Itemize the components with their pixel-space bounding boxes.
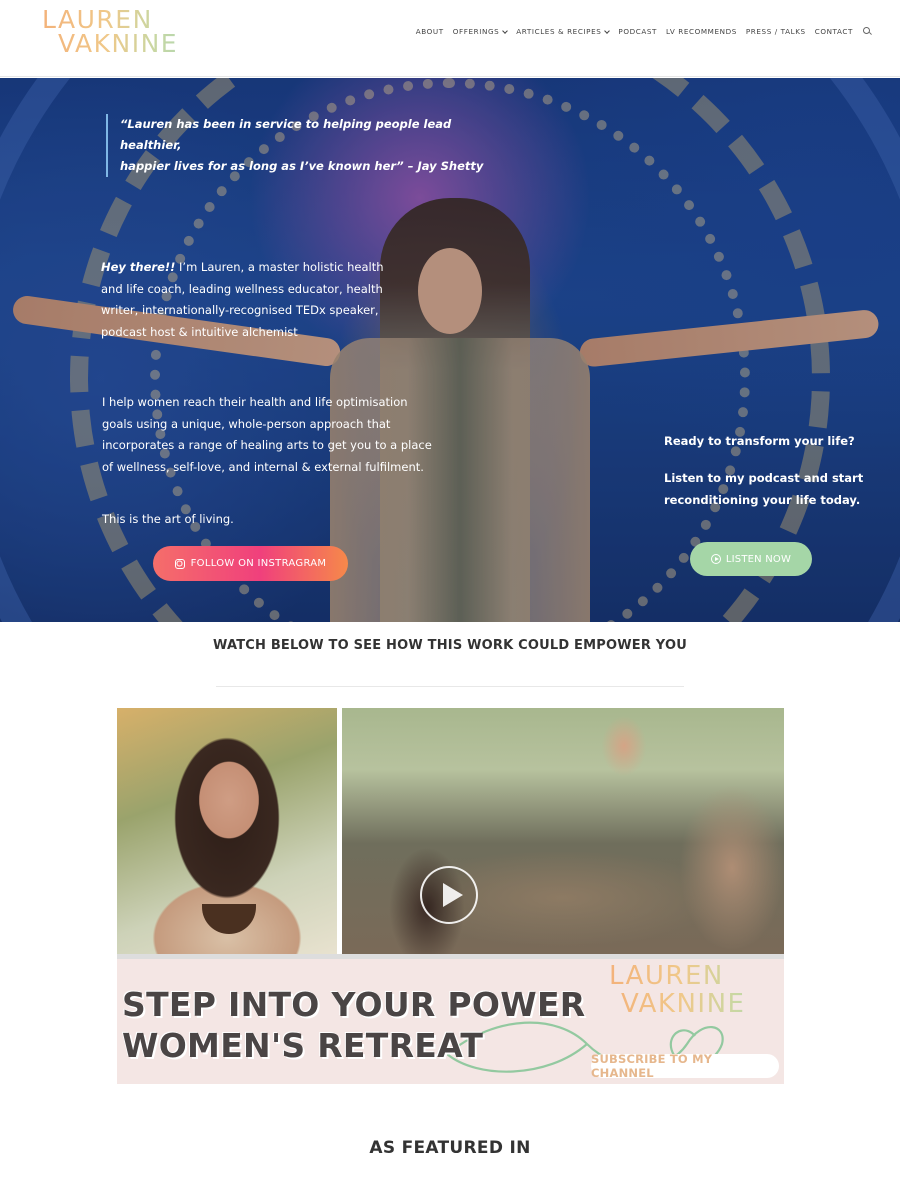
video-logo-line: LAUREN [609, 962, 784, 990]
hero-body-text: I help women reach their health and life… [102, 395, 432, 474]
nav-item-label: ABOUT [415, 27, 444, 36]
video-logo: LAUREN VAKNINE [609, 962, 784, 1018]
video-thumbnail-divider [117, 954, 784, 959]
listen-now-label: LISTEN NOW [725, 553, 792, 565]
nav-item-label: ARTICLES & RECIPES [516, 27, 602, 36]
cta-subtext: Listen to my podcast and start reconditi… [664, 471, 864, 507]
nav-item-label: OFFERINGS [452, 27, 500, 36]
intro-greeting: Hey there!! [101, 260, 176, 274]
intro-paragraph: Hey there!! I’m Lauren, a master holisti… [101, 257, 401, 343]
nav-item-offerings[interactable]: OFFERINGS [452, 27, 509, 36]
search-icon[interactable] [863, 27, 872, 36]
play-icon[interactable] [420, 866, 478, 924]
nav-item-label: PODCAST [618, 27, 658, 36]
hero-tagline: This is the art of living. [102, 512, 234, 526]
video-title-line: STEP INTO YOUR POWER [122, 985, 586, 1024]
nav-item-lv-recommends[interactable]: LV RECOMMENDS [666, 27, 737, 36]
nav-item-press-talks[interactable]: PRESS / TALKS [746, 27, 806, 36]
featured-heading: AS FEATURED IN [369, 1138, 531, 1158]
section-divider [216, 686, 684, 687]
quote-line: happier lives for as long as I’ve known … [120, 159, 484, 173]
site-logo[interactable]: LAUREN VAKNINE [42, 7, 202, 60]
follow-instagram-label: FOLLOW ON INSTRAGRAM [190, 558, 327, 569]
chevron-down-icon [604, 27, 611, 34]
nav-item-label: PRESS / TALKS [745, 27, 806, 36]
logo-line-2: VAKNINE [42, 31, 202, 56]
testimonial-quote: “Lauren has been in service to helping p… [106, 114, 516, 177]
instagram-icon [174, 558, 185, 569]
nav-item-podcast[interactable]: PODCAST [618, 27, 657, 36]
video-title: STEP INTO YOUR POWER WOMEN'S RETREAT [122, 984, 586, 1066]
video-player[interactable]: STEP INTO YOUR POWER WOMEN'S RETREAT LAU… [117, 708, 784, 1084]
follow-instagram-button[interactable]: FOLLOW ON INSTRAGRAM [153, 546, 348, 581]
video-thumbnail-retreat-table [342, 708, 784, 954]
listen-now-button[interactable]: LISTEN NOW [690, 542, 812, 576]
nav-item-contact[interactable]: CONTACT [815, 27, 853, 36]
main-nav: ABOUT OFFERINGS ARTICLES & RECIPES PODCA… [407, 27, 872, 36]
nav-item-articles-recipes[interactable]: ARTICLES & RECIPES [516, 27, 611, 36]
play-circle-icon [710, 554, 721, 564]
watch-heading: WATCH BELOW TO SEE HOW THIS WORK COULD E… [213, 638, 687, 653]
video-title-line: WOMEN'S RETREAT [122, 1026, 484, 1065]
quote-line: “Lauren has been in service to helping p… [120, 117, 452, 152]
nav-item-about[interactable]: ABOUT [416, 27, 444, 36]
hero-section: “Lauren has been in service to helping p… [0, 78, 900, 622]
nav-item-label: CONTACT [814, 27, 853, 36]
site-header: LAUREN VAKNINE ABOUT OFFERINGS ARTICLES … [0, 0, 900, 77]
cta-heading: Ready to transform your life? [664, 434, 855, 448]
subscribe-channel-button[interactable]: SUBSCRIBE TO MY CHANNEL [591, 1052, 779, 1080]
video-logo-line: VAKNINE [609, 990, 784, 1018]
chevron-down-icon [502, 27, 509, 34]
nav-item-label: LV RECOMMENDS [666, 27, 737, 36]
